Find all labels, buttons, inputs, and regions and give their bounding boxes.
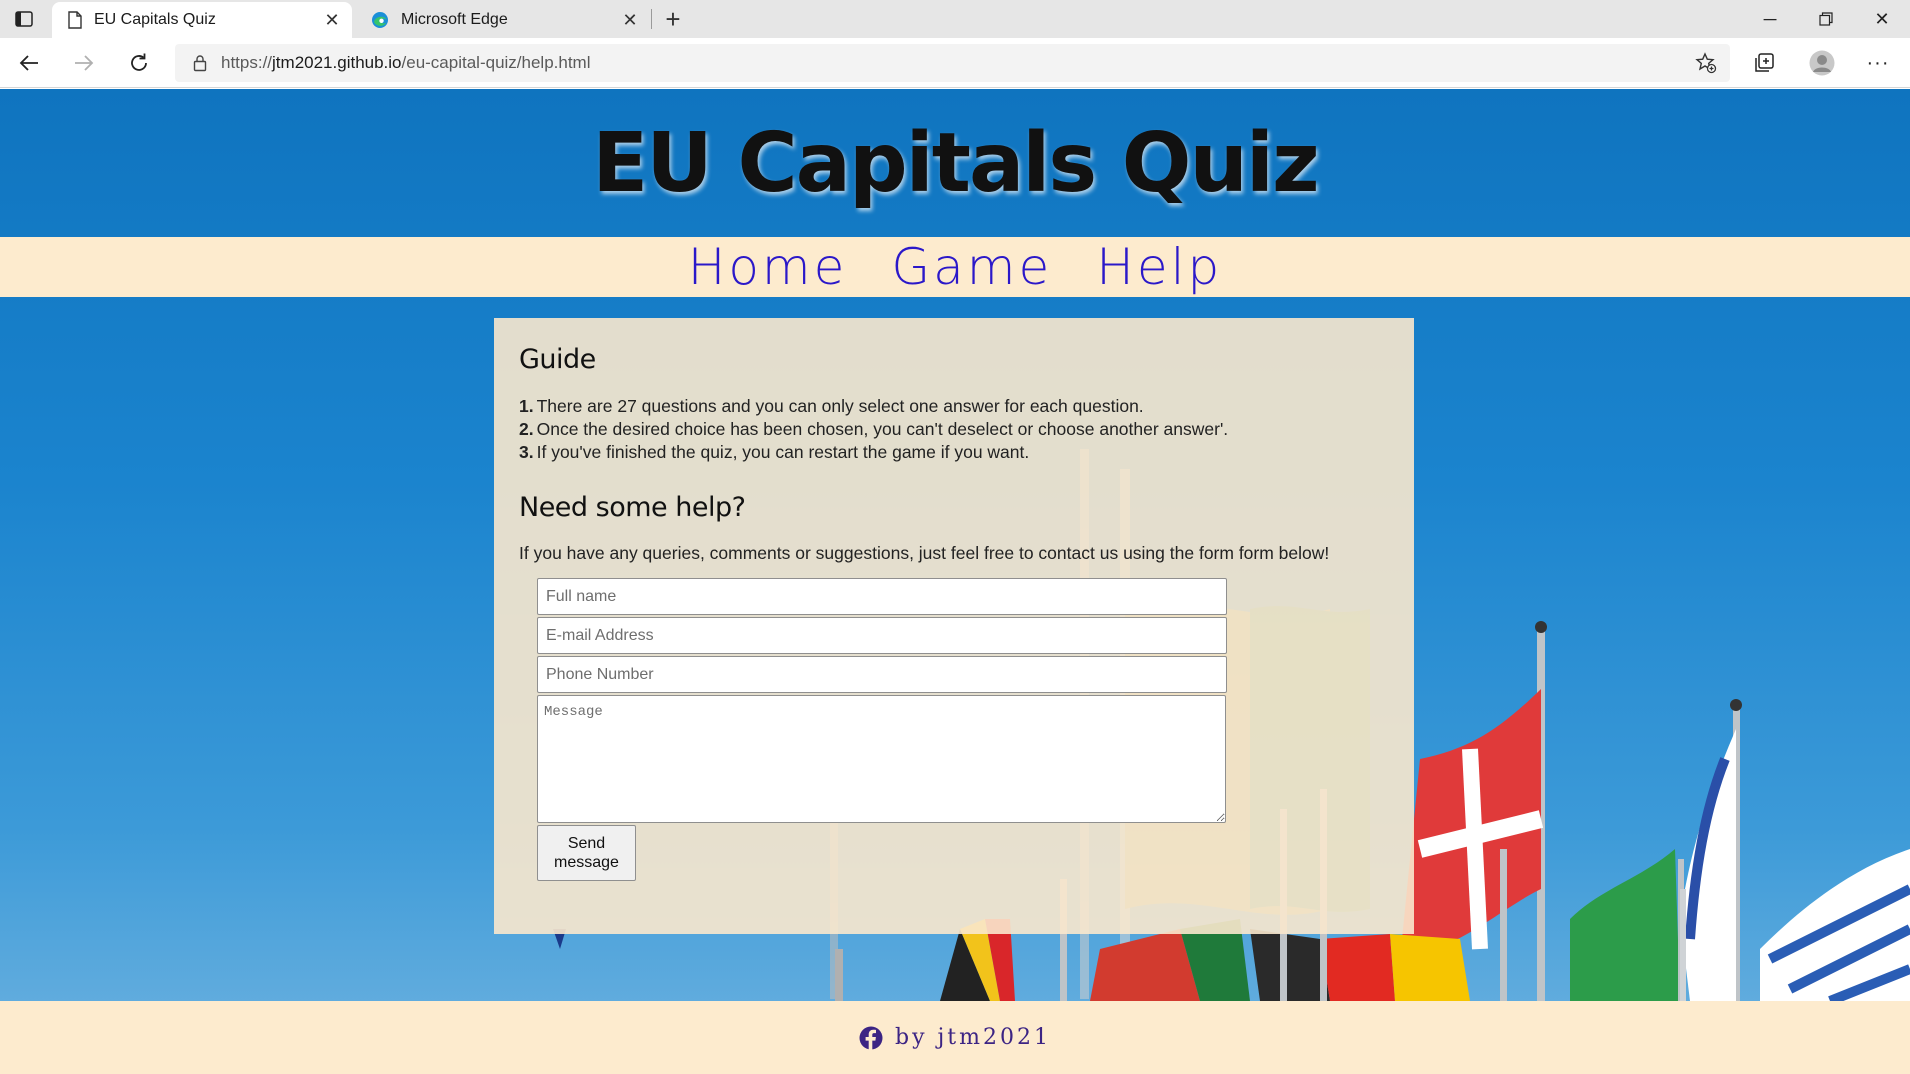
close-icon: ✕ <box>1874 8 1890 29</box>
guide-list: 1. There are 27 questions and you can onl… <box>519 395 1389 464</box>
url-text: https://jtm2021.github.io/eu-capital-qui… <box>221 53 591 73</box>
close-icon[interactable]: ✕ <box>318 6 346 34</box>
guide-item: 2. Once the desired choice has been chose… <box>519 419 1229 439</box>
close-icon[interactable]: ✕ <box>616 6 644 34</box>
send-label-line1: Send <box>567 835 606 852</box>
back-button[interactable] <box>13 47 45 79</box>
nav-link-game[interactable]: Game <box>891 238 1052 296</box>
page-icon <box>68 11 82 29</box>
email-input[interactable] <box>537 617 1227 654</box>
phone-input[interactable] <box>537 656 1227 693</box>
back-arrow-icon <box>19 55 38 71</box>
full-name-input[interactable] <box>537 578 1227 615</box>
minimize-icon: ─ <box>1763 8 1777 29</box>
add-favorite-button[interactable] <box>1692 49 1720 77</box>
contact-form: Send message <box>537 578 1389 881</box>
help-card: Guide 1. There are 27 questions and you c… <box>494 318 1414 934</box>
footer-content: by jtm2021 <box>859 1025 1051 1050</box>
more-dots-icon: ··· <box>1866 51 1890 74</box>
refresh-icon <box>131 53 147 71</box>
collections-button[interactable] <box>1748 47 1780 79</box>
profile-button[interactable] <box>1806 47 1838 79</box>
collections-icon <box>1755 53 1774 72</box>
plus-icon: + <box>665 3 681 34</box>
tab-divider <box>651 9 652 29</box>
window-controls: ─ ✕ <box>1742 0 1910 38</box>
site-footer: by jtm2021 <box>0 1001 1910 1074</box>
url-path: /eu-capital-quiz/help.html <box>401 53 591 72</box>
forward-arrow-icon <box>75 55 94 71</box>
restore-button[interactable] <box>1798 0 1854 38</box>
send-message-button[interactable]: Send message <box>537 825 636 881</box>
web-page: EU Capitals Quiz Home Game Help Guide 1.… <box>0 89 1910 1074</box>
url-scheme: https:// <box>221 53 273 72</box>
minimize-button[interactable]: ─ <box>1742 0 1798 38</box>
site-title: EU Capitals Quiz <box>592 115 1319 211</box>
send-label-line2: message <box>554 854 619 871</box>
tab-strip: EU Capitals Quiz ✕ Microsoft Edge ✕ + ─ … <box>0 0 1910 38</box>
help-heading: Need some help? <box>519 492 746 523</box>
guide-item: 1. There are 27 questions and you can onl… <box>519 396 1144 416</box>
tab-title: EU Capitals Quiz <box>94 11 216 28</box>
avatar-icon <box>1809 50 1835 76</box>
tab-title: Microsoft Edge <box>401 11 508 28</box>
help-text: If you have any queries, comments or sug… <box>519 543 1330 563</box>
message-textarea[interactable] <box>537 695 1226 823</box>
browser-toolbar: https://jtm2021.github.io/eu-capital-qui… <box>0 38 1910 88</box>
new-tab-button[interactable]: + <box>658 3 688 34</box>
nav-link-home[interactable]: Home <box>688 238 848 296</box>
site-header: EU Capitals Quiz <box>0 89 1910 237</box>
address-bar[interactable]: https://jtm2021.github.io/eu-capital-qui… <box>175 44 1730 82</box>
guide-item: 3. If you've finished the quiz, you can r… <box>519 442 1030 462</box>
lock-icon[interactable] <box>193 54 207 72</box>
tab-eu-capitals-quiz[interactable]: EU Capitals Quiz ✕ <box>52 2 352 38</box>
nav-link-help[interactable]: Help <box>1096 238 1222 296</box>
tab-actions-button[interactable] <box>10 7 38 31</box>
facebook-icon[interactable] <box>859 1026 883 1050</box>
close-window-button[interactable]: ✕ <box>1854 0 1910 38</box>
refresh-button[interactable] <box>123 47 155 79</box>
forward-button[interactable] <box>68 47 100 79</box>
settings-more-button[interactable]: ··· <box>1862 47 1894 79</box>
footer-author-text: by jtm2021 <box>894 1025 1052 1050</box>
guide-heading: Guide <box>519 344 596 375</box>
restore-icon <box>1819 12 1833 26</box>
tab-actions-icon <box>15 11 33 27</box>
site-nav: Home Game Help <box>0 237 1910 297</box>
tab-microsoft-edge[interactable]: Microsoft Edge ✕ <box>355 2 650 38</box>
url-host: jtm2021.github.io <box>272 53 402 72</box>
star-add-icon <box>1695 52 1717 74</box>
edge-logo-icon <box>371 11 389 29</box>
